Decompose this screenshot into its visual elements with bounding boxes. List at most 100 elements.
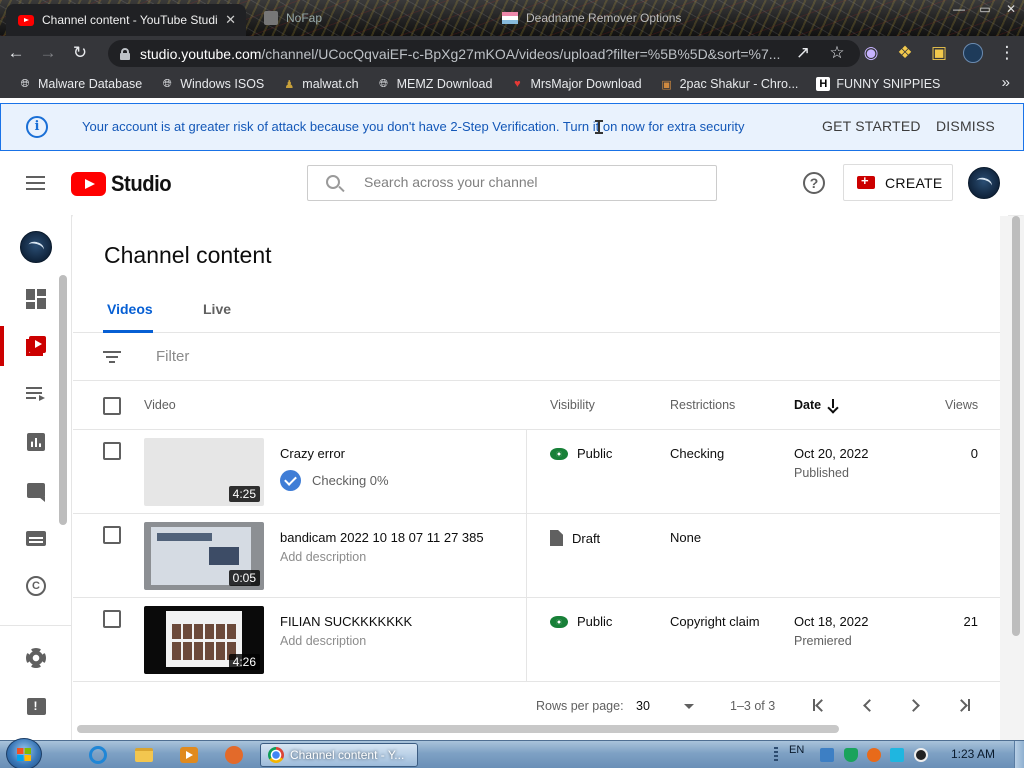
bookmark-malwat[interactable]: ♟ malwat.ch — [282, 77, 358, 91]
column-visibility[interactable]: Visibility — [550, 398, 595, 412]
video-title[interactable]: FILIAN SUCKKKKKKK — [280, 614, 412, 629]
video-thumbnail[interactable]: 4:26 — [144, 606, 264, 674]
sidebar-item-feedback[interactable] — [0, 682, 72, 730]
last-page-icon[interactable] — [954, 697, 972, 713]
sidebar-item-copyright[interactable]: C — [0, 562, 72, 610]
chevron-down-icon[interactable] — [684, 704, 694, 709]
next-page-icon[interactable] — [906, 697, 924, 713]
tab-close-icon[interactable]: ✕ — [225, 12, 236, 28]
account-avatar[interactable] — [968, 167, 1000, 199]
search-icon[interactable] — [326, 175, 340, 189]
browser-menu-icon[interactable]: ⋮ — [990, 38, 1024, 68]
table-row[interactable]: 0:05 bandicam 2022 10 18 07 11 27 385 Ad… — [73, 514, 1008, 598]
url-text[interactable]: studio.youtube.com/channel/UCocQqvaiEF-c… — [140, 46, 780, 62]
taskbar-app[interactable] — [216, 744, 252, 766]
tab-live[interactable]: Live — [203, 301, 231, 317]
video-title[interactable]: Crazy error — [280, 446, 345, 461]
dismiss-button[interactable]: DISMISS — [936, 118, 995, 134]
video-thumbnail[interactable]: 4:25 — [144, 438, 264, 506]
chrome-icon — [268, 747, 284, 763]
studio-logo[interactable]: Studio — [71, 171, 176, 197]
row-checkbox[interactable] — [103, 526, 121, 544]
add-description-link[interactable]: Add description — [280, 634, 366, 648]
reload-button[interactable]: ↻ — [64, 38, 96, 68]
first-page-icon[interactable] — [811, 697, 829, 713]
profile-avatar-button[interactable] — [956, 38, 990, 68]
horizontal-scrollbar[interactable] — [77, 725, 839, 733]
browser-tab-active[interactable]: Channel content - YouTube Studio ✕ — [6, 4, 246, 36]
sidebar-item-analytics[interactable] — [0, 418, 72, 466]
bookmark-star-icon[interactable]: ☆ — [820, 38, 854, 68]
taskbar-explorer[interactable] — [126, 744, 162, 766]
language-indicator[interactable]: EN — [789, 744, 804, 756]
visibility-cell[interactable]: Public — [550, 614, 612, 629]
clock[interactable]: 1:23 AM — [951, 747, 995, 761]
sidebar-item-content[interactable] — [0, 322, 72, 370]
back-button[interactable]: ← — [0, 38, 32, 68]
bookmark-mrsmajor-download[interactable]: ♥ MrsMajor Download — [510, 77, 641, 91]
vertical-scrollbar[interactable] — [1012, 216, 1020, 636]
column-date[interactable]: Date — [794, 398, 838, 412]
bookmark-malware-database[interactable]: 🌐︎ Malware Database — [18, 77, 143, 91]
analytics-icon — [27, 433, 45, 451]
security-shield-icon[interactable] — [844, 748, 858, 762]
maximize-button[interactable]: ▭ — [972, 0, 998, 18]
extensions-puzzle-icon[interactable]: ❖ — [888, 38, 922, 68]
channel-avatar[interactable] — [20, 231, 52, 263]
visibility-cell[interactable]: Draft — [550, 530, 600, 546]
video-title[interactable]: bandicam 2022 10 18 07 11 27 385 — [280, 530, 484, 545]
table-row[interactable]: 4:26 FILIAN SUCKKKKKKK Add description P… — [73, 598, 1008, 682]
taskbar-media-player[interactable] — [171, 744, 207, 766]
extension-cat-icon[interactable]: ◉ — [854, 38, 888, 68]
start-button[interactable] — [6, 738, 42, 768]
sidebar-item-settings[interactable] — [0, 634, 72, 682]
show-desktop-button[interactable] — [1014, 741, 1024, 768]
search-tray-icon[interactable] — [867, 748, 881, 762]
restriction-cell[interactable]: Copyright claim — [670, 614, 760, 629]
filter-icon[interactable] — [103, 351, 121, 363]
browser-tab-nofap[interactable]: NoFap — [252, 4, 477, 32]
bookmark-2pac-shakur[interactable]: ▣ 2pac Shakur - Chro... — [660, 77, 798, 91]
taskbar-chrome-window[interactable]: Channel content - Y... — [260, 743, 418, 767]
address-bar[interactable]: studio.youtube.com/channel/UCocQqvaiEF-c… — [108, 40, 860, 67]
minimize-button[interactable]: — — [946, 0, 972, 18]
row-checkbox[interactable] — [103, 610, 121, 628]
search-input[interactable] — [364, 174, 704, 190]
add-description-link[interactable]: Add description — [280, 550, 366, 564]
table-row[interactable]: 4:25 Crazy error Checking 0% Public Chec… — [73, 430, 1008, 514]
side-panel-icon[interactable]: ▣ — [922, 38, 956, 68]
column-views[interactable]: Views — [945, 398, 978, 412]
select-all-checkbox[interactable] — [103, 397, 121, 415]
filter-input[interactable] — [156, 348, 456, 365]
visibility-cell[interactable]: Public — [550, 446, 612, 461]
taskbar-internet-explorer[interactable] — [80, 744, 116, 766]
video-thumbnail[interactable]: 0:05 — [144, 522, 264, 590]
sidebar-item-comments[interactable] — [0, 466, 72, 514]
bookmark-windows-isos[interactable]: 🌐︎ Windows ISOS — [160, 77, 264, 91]
rows-per-page-select[interactable]: 30 — [636, 699, 650, 713]
forward-button[interactable]: → — [32, 38, 64, 68]
display-icon[interactable] — [890, 748, 904, 762]
get-started-button[interactable]: GET STARTED — [822, 118, 921, 134]
browser-tab-deadname[interactable]: Deadname Remover Options — [490, 4, 720, 32]
bookmarks-overflow-button[interactable]: » — [1002, 74, 1010, 91]
sidebar-item-subtitles[interactable] — [0, 514, 72, 562]
create-button[interactable]: CREATE — [843, 164, 953, 201]
record-icon[interactable] — [914, 748, 928, 762]
bookmark-funny-snippies[interactable]: H FUNNY SNIPPIES — [816, 77, 940, 91]
close-window-button[interactable]: ✕ — [998, 0, 1024, 18]
share-icon[interactable]: ↗ — [786, 38, 820, 68]
restriction-cell: None — [670, 530, 702, 545]
bookmark-memz-download[interactable]: 🌐︎ MEMZ Download — [377, 77, 492, 91]
previous-page-icon[interactable] — [859, 697, 877, 713]
restriction-cell[interactable]: Checking — [670, 446, 724, 461]
help-icon[interactable]: ? — [803, 172, 825, 194]
row-checkbox[interactable] — [103, 442, 121, 460]
hamburger-menu-icon[interactable] — [26, 176, 45, 190]
column-restrictions[interactable]: Restrictions — [670, 398, 735, 412]
tab-videos[interactable]: Videos — [107, 301, 153, 317]
network-icon[interactable] — [820, 748, 834, 762]
column-video[interactable]: Video — [144, 398, 176, 412]
sidebar-item-dashboard[interactable] — [0, 275, 72, 323]
sidebar-item-playlists[interactable] — [0, 370, 72, 418]
